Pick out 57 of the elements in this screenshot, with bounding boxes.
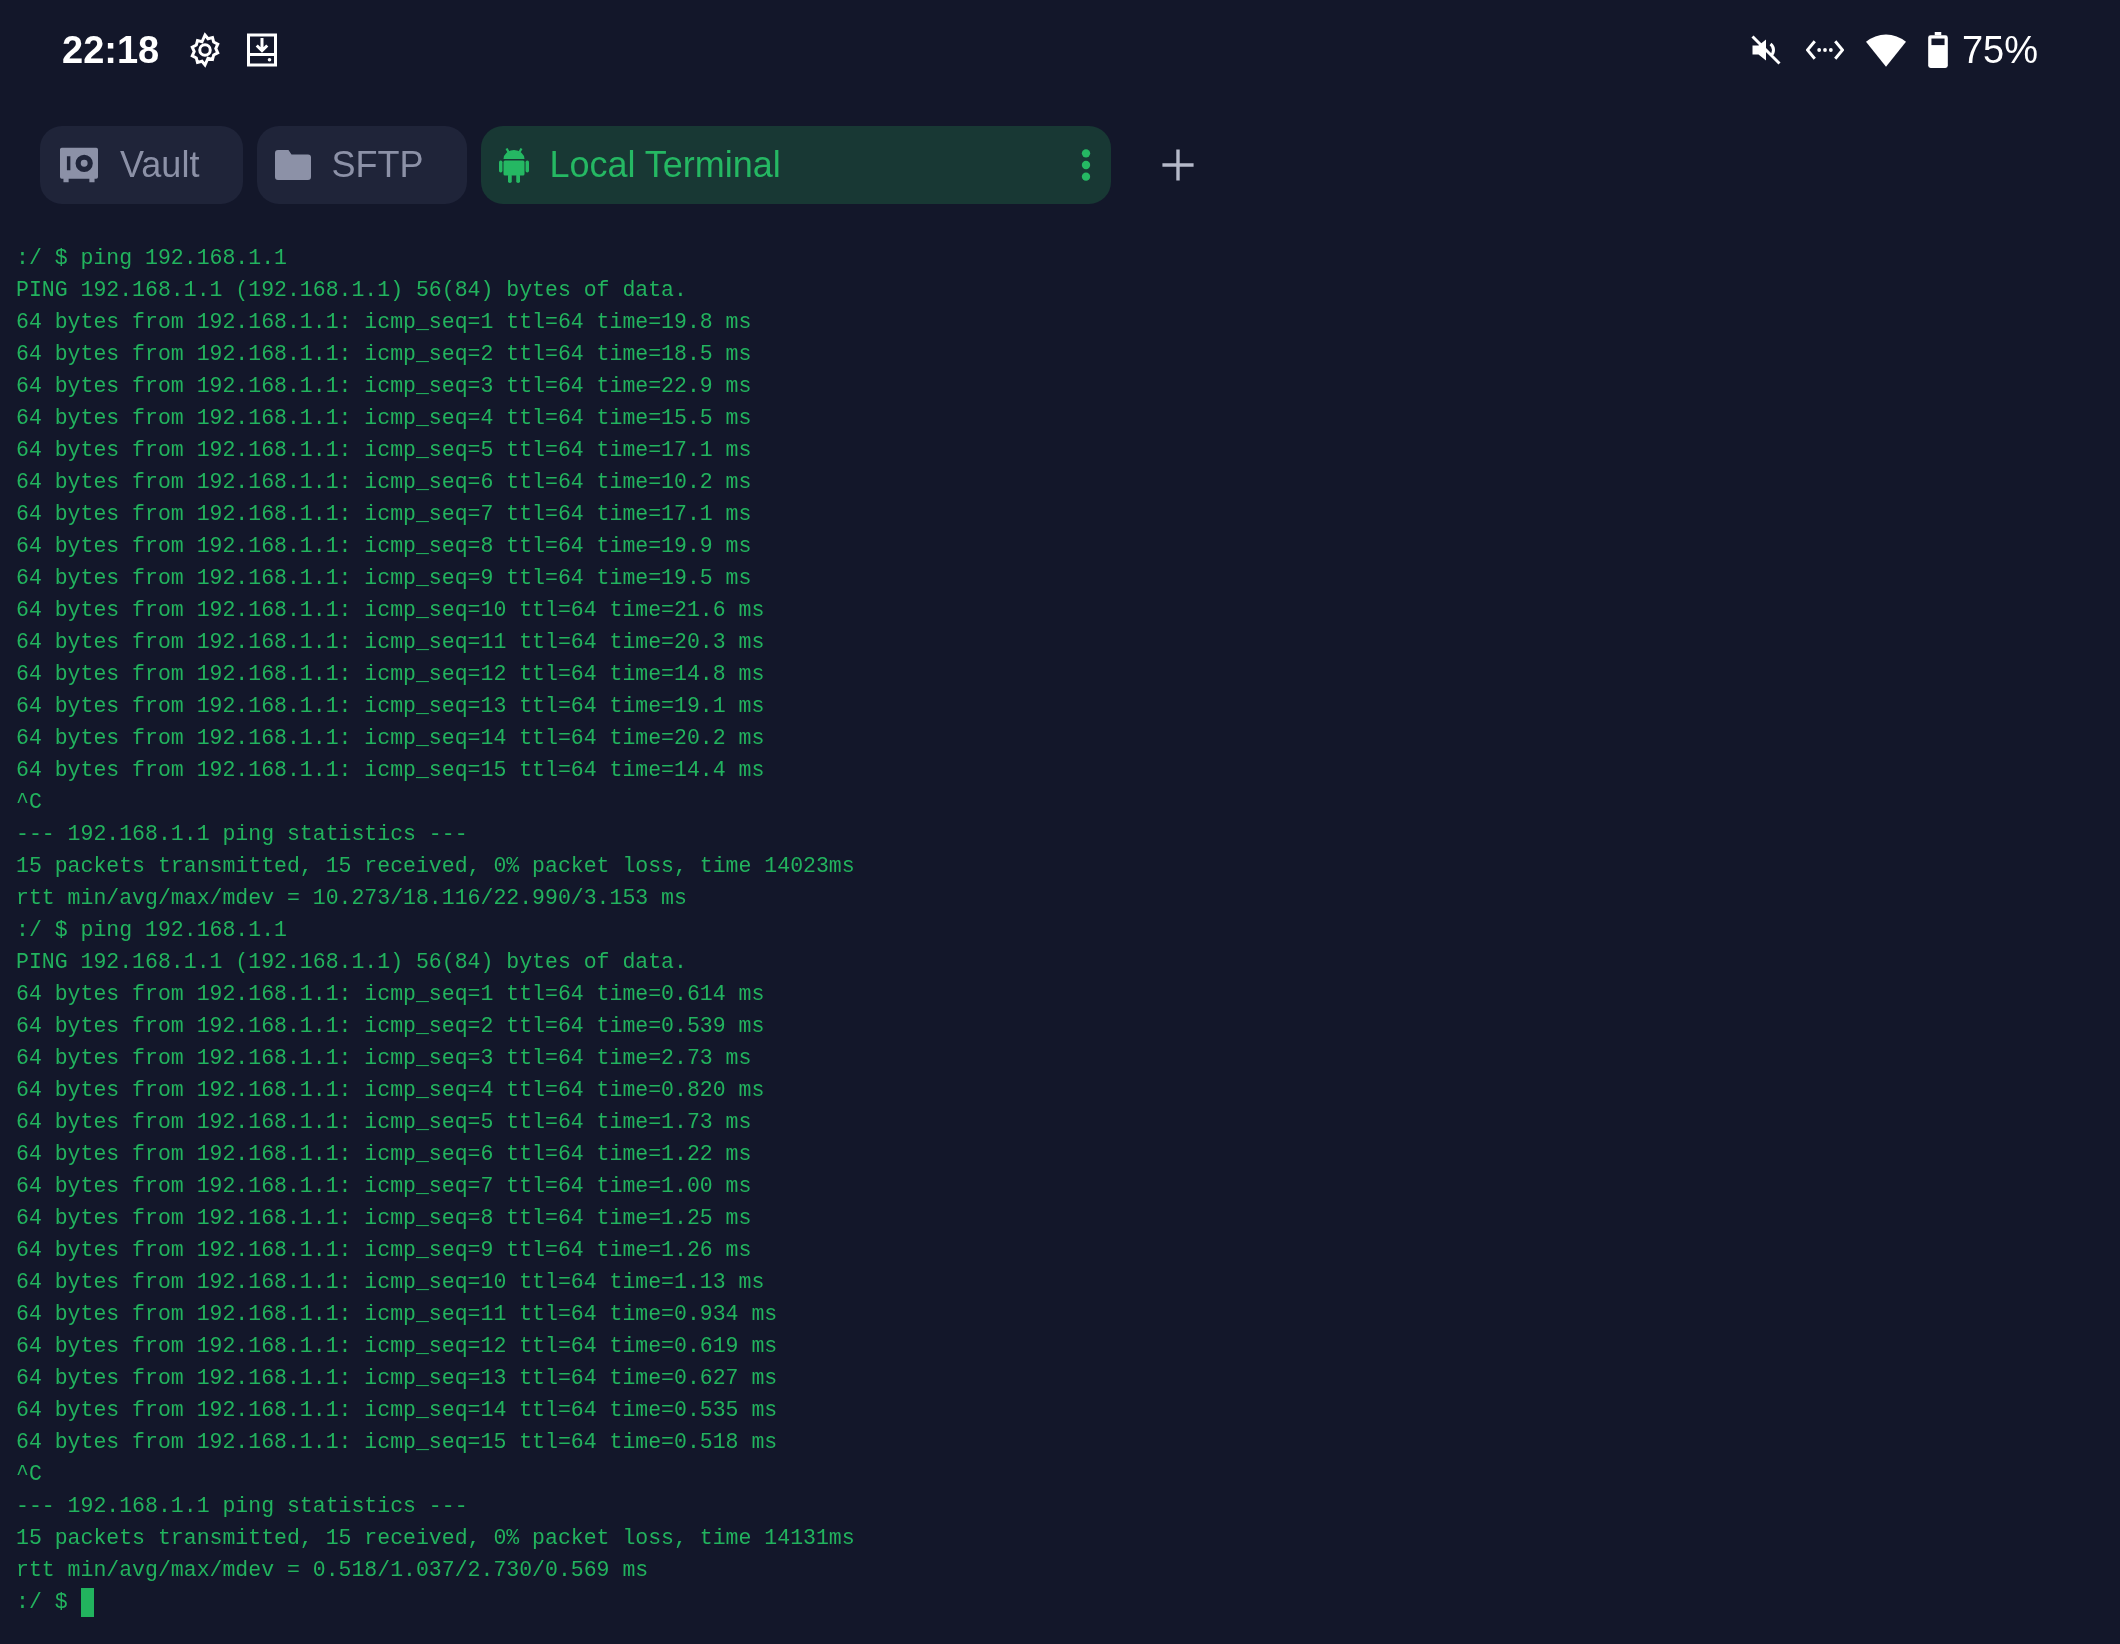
terminal-line: 64 bytes from 192.168.1.1: icmp_seq=5 ttl=64 time=1.73 ms (16, 1109, 753, 1136)
terminal-line: --- 192.168.1.1 ping statistics --- (16, 1493, 469, 1520)
add-tab-icon[interactable] (1161, 148, 1196, 182)
text-cursor (80, 1587, 94, 1617)
battery-icon (1927, 32, 1948, 68)
terminal-prompt: :/ $ (16, 1589, 68, 1616)
terminal-line: 64 bytes from 192.168.1.1: icmp_seq=14 ttl=64 time=0.535 ms (16, 1397, 779, 1424)
clock-time: 22:18 (62, 28, 160, 72)
terminal-line: 15 packets transmitted, 15 received, 0% packet loss, time 14023ms (16, 853, 856, 880)
android-icon (499, 147, 530, 183)
terminal-line: 64 bytes from 192.168.1.1: icmp_seq=6 ttl=64 time=1.22 ms (16, 1141, 753, 1168)
wifi-icon (1865, 33, 1906, 67)
terminal-line: 64 bytes from 192.168.1.1: icmp_seq=4 ttl=64 time=15.5 ms (16, 405, 753, 432)
terminal-line: 15 packets transmitted, 15 received, 0% packet loss, time 14131ms (16, 1525, 856, 1552)
terminal-line: 64 bytes from 192.168.1.1: icmp_seq=3 ttl=64 time=2.73 ms (16, 1045, 753, 1072)
more-options-icon[interactable] (1081, 148, 1092, 182)
terminal-line: 64 bytes from 192.168.1.1: icmp_seq=9 ttl=64 time=1.26 ms (16, 1237, 753, 1264)
terminal-line: 64 bytes from 192.168.1.1: icmp_seq=15 ttl=64 time=14.4 ms (16, 757, 766, 784)
folder-icon (275, 150, 312, 180)
terminal-line: 64 bytes from 192.168.1.1: icmp_seq=15 ttl=64 time=0.518 ms (16, 1429, 779, 1456)
terminal-line: 64 bytes from 192.168.1.1: icmp_seq=5 ttl=64 time=17.1 ms (16, 437, 753, 464)
terminal-line: 64 bytes from 192.168.1.1: icmp_seq=7 ttl=64 time=1.00 ms (16, 1173, 753, 1200)
terminal-line: 64 bytes from 192.168.1.1: icmp_seq=2 ttl=64 time=0.539 ms (16, 1013, 766, 1040)
terminal-line: 64 bytes from 192.168.1.1: icmp_seq=9 ttl=64 time=19.5 ms (16, 565, 753, 592)
tab[interactable]: Vault (40, 126, 244, 204)
download-icon (245, 32, 280, 68)
terminal-line: rtt min/avg/max/mdev = 0.518/1.037/2.730/0.569 ms (16, 1557, 650, 1584)
terminal-line: PING 192.168.1.1 (192.168.1.1) 56(84) bytes of data. (16, 949, 688, 976)
terminal-line: :/ $ ping 192.168.1.1 (16, 917, 288, 944)
terminal-line: 64 bytes from 192.168.1.1: icmp_seq=7 ttl=64 time=17.1 ms (16, 501, 753, 528)
terminal-line: rtt min/avg/max/mdev = 10.273/18.116/22.990/3.153 ms (16, 885, 688, 912)
terminal-line: 64 bytes from 192.168.1.1: icmp_seq=12 ttl=64 time=0.619 ms (16, 1333, 779, 1360)
tab[interactable]: Local Terminal (481, 126, 1112, 204)
terminal-line: 64 bytes from 192.168.1.1: icmp_seq=8 ttl=64 time=19.9 ms (16, 533, 753, 560)
terminal-line: 64 bytes from 192.168.1.1: icmp_seq=14 ttl=64 time=20.2 ms (16, 725, 766, 752)
terminal-line: 64 bytes from 192.168.1.1: icmp_seq=11 ttl=64 time=0.934 ms (16, 1301, 779, 1328)
terminal-line: --- 192.168.1.1 ping statistics --- (16, 821, 469, 848)
terminal-line: :/ $ ping 192.168.1.1 (16, 245, 288, 272)
terminal-line: 64 bytes from 192.168.1.1: icmp_seq=10 ttl=64 time=21.6 ms (16, 597, 766, 624)
safe-icon (58, 146, 100, 184)
battery-percent: 75% (1961, 28, 2038, 72)
terminal-line: 64 bytes from 192.168.1.1: icmp_seq=3 ttl=64 time=22.9 ms (16, 373, 753, 400)
terminal-line: 64 bytes from 192.168.1.1: icmp_seq=13 ttl=64 time=19.1 ms (16, 693, 766, 720)
terminal-line: 64 bytes from 192.168.1.1: icmp_seq=4 ttl=64 time=0.820 ms (16, 1077, 766, 1104)
terminal-line: 64 bytes from 192.168.1.1: icmp_seq=12 ttl=64 time=14.8 ms (16, 661, 766, 688)
terminal-line: 64 bytes from 192.168.1.1: icmp_seq=8 ttl=64 time=1.25 ms (16, 1205, 753, 1232)
terminal-line: PING 192.168.1.1 (192.168.1.1) 56(84) bytes of data. (16, 277, 688, 304)
terminal-line: 64 bytes from 192.168.1.1: icmp_seq=13 ttl=64 time=0.627 ms (16, 1365, 779, 1392)
terminal-line: 64 bytes from 192.168.1.1: icmp_seq=6 ttl=64 time=10.2 ms (16, 469, 753, 496)
terminal-line: ^C (16, 1461, 43, 1488)
terminal-line: 64 bytes from 192.168.1.1: icmp_seq=10 ttl=64 time=1.13 ms (16, 1269, 766, 1296)
tab[interactable]: SFTP (257, 126, 468, 204)
terminal-line: 64 bytes from 192.168.1.1: icmp_seq=1 ttl=64 time=19.8 ms (16, 309, 753, 336)
terminal-line: ^C (16, 789, 43, 816)
terminal-line: 64 bytes from 192.168.1.1: icmp_seq=1 ttl=64 time=0.614 ms (16, 981, 766, 1008)
terminal-line: 64 bytes from 192.168.1.1: icmp_seq=2 ttl=64 time=18.5 ms (16, 341, 753, 368)
terminal-line: 64 bytes from 192.168.1.1: icmp_seq=11 ttl=64 time=20.3 ms (16, 629, 766, 656)
